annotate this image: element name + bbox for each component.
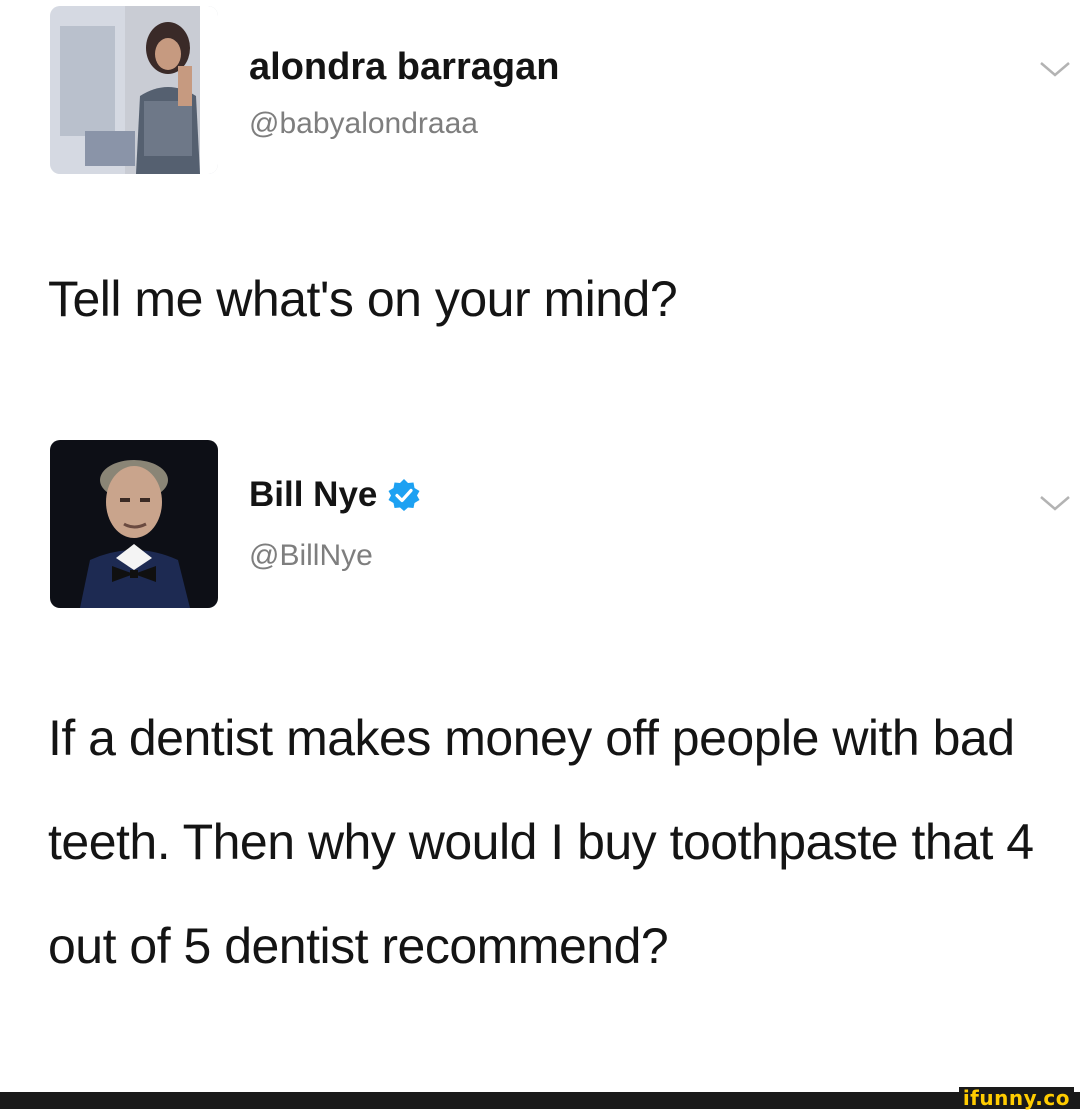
chevron-down-icon[interactable] — [1038, 58, 1072, 80]
display-name[interactable]: Bill Nye — [249, 472, 377, 518]
watermark-bar — [0, 1092, 1080, 1109]
chevron-down-icon[interactable] — [1038, 492, 1072, 514]
avatar[interactable] — [50, 6, 218, 174]
user-handle[interactable]: @BillNye — [249, 538, 373, 574]
avatar-photo — [50, 440, 218, 608]
tweet-card: alondra barragan @babyalondraaa Tell me … — [0, 0, 1080, 420]
tweet-text: If a dentist makes money off people with… — [48, 710, 1034, 974]
author-row: Bill Nye — [249, 472, 421, 518]
tweet-card: Bill Nye @BillNye If a dentist makes mon… — [0, 420, 1080, 1092]
avatar[interactable] — [50, 440, 218, 608]
verified-badge-icon — [387, 478, 421, 512]
avatar-photo — [50, 6, 218, 174]
author-row: alondra barragan — [249, 44, 559, 90]
display-name[interactable]: alondra barragan — [249, 44, 559, 90]
watermark-logo: ifunny.co — [958, 1087, 1074, 1109]
user-handle[interactable]: @babyalondraaa — [249, 106, 478, 142]
tweet-text: Tell me what's on your mind? — [48, 271, 678, 327]
